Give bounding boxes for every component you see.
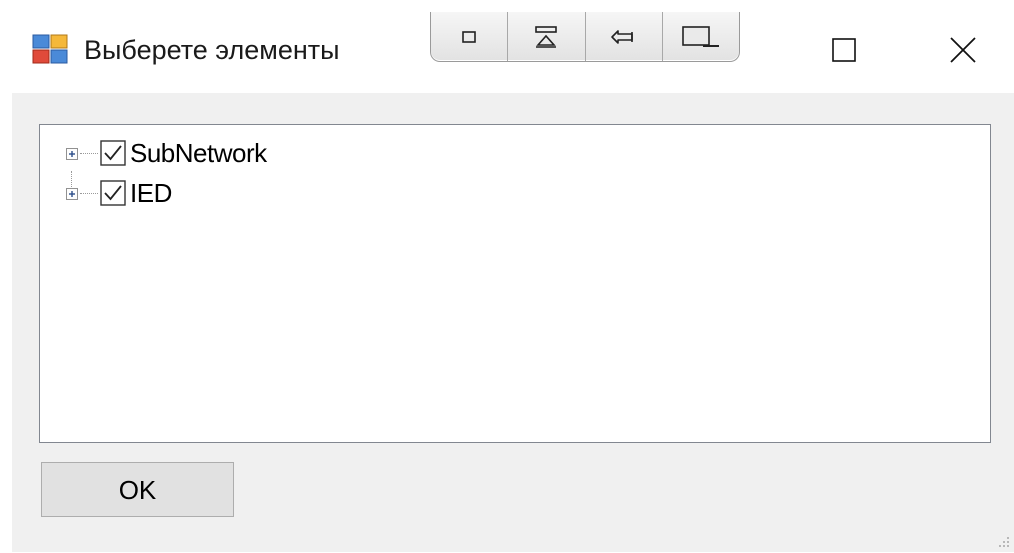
close-button[interactable] <box>935 22 991 78</box>
tree-node-label[interactable]: IED <box>130 175 172 211</box>
tree-node-subnetwork[interactable]: SubNetwork <box>40 135 440 187</box>
ok-button[interactable]: OK <box>41 462 234 517</box>
dock-top-button[interactable] <box>508 12 586 61</box>
pin-button[interactable] <box>586 12 663 61</box>
title-bar[interactable]: Выберете элементы <box>0 0 1014 93</box>
close-icon <box>935 37 991 63</box>
checkbox-checked-icon[interactable] <box>100 140 126 166</box>
dialog-window: Выберете элементы SubNetwork IED OK <box>0 0 1014 552</box>
plus-box-icon[interactable] <box>66 187 78 200</box>
plus-box-icon[interactable] <box>66 147 78 160</box>
maximize-icon <box>816 38 872 62</box>
resize-grip-icon[interactable] <box>996 534 1010 548</box>
maximize-button[interactable] <box>816 22 872 78</box>
window-title: Выберете элементы <box>84 35 340 65</box>
tree-node-ied[interactable]: IED <box>40 175 440 211</box>
dialog-client-area: SubNetwork IED OK <box>12 93 1014 552</box>
tree-node-label[interactable]: SubNetwork <box>130 135 267 171</box>
dock-bottom-button[interactable] <box>663 12 739 61</box>
app-form-icon <box>32 33 68 65</box>
tree-connector-line <box>80 153 98 154</box>
snap-layout-toolbar <box>430 12 740 62</box>
checkbox-checked-icon[interactable] <box>100 180 126 206</box>
restore-small-button[interactable] <box>431 12 509 61</box>
element-tree-view[interactable]: SubNetwork IED <box>39 124 991 443</box>
tree-connector-line <box>80 193 98 194</box>
